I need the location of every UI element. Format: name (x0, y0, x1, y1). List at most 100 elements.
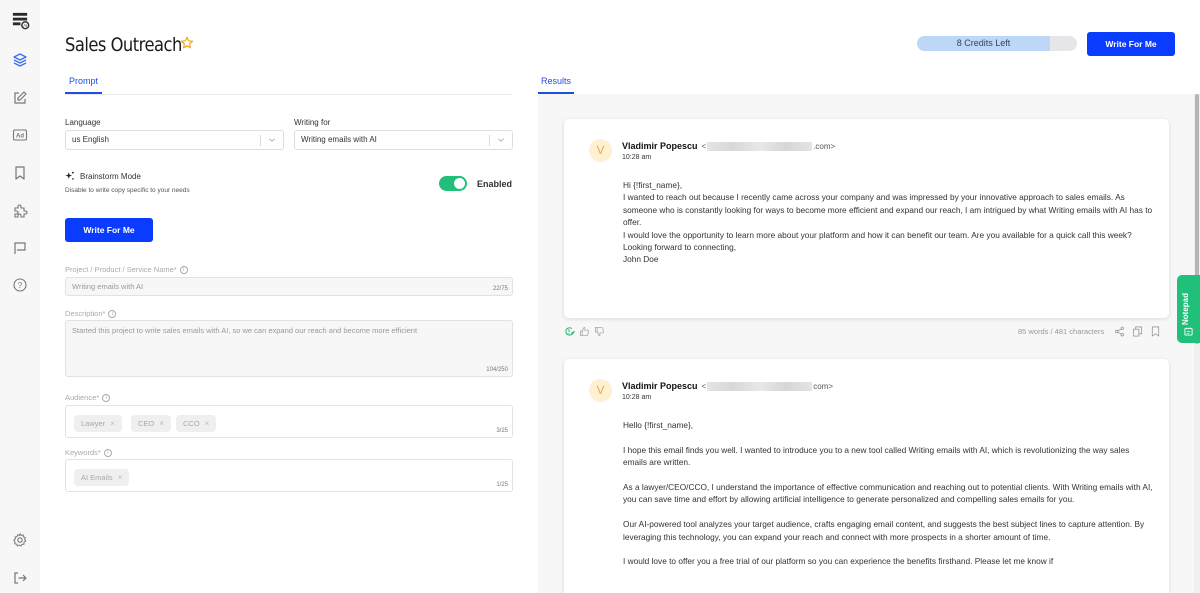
email-paragraph: Looking forward to connecting, (623, 242, 737, 253)
info-icon[interactable]: i (179, 265, 188, 274)
email-prefix: < (701, 381, 707, 391)
language-select[interactable]: us English (65, 130, 284, 150)
write-for-me-header-button[interactable]: Write For Me (1087, 32, 1175, 56)
select-separator (489, 135, 490, 146)
email-paragraph: I wanted to reach out because I recently… (623, 192, 1153, 228)
bookmark-icon[interactable] (11, 164, 29, 182)
audience-label: Audience* i (65, 393, 111, 402)
brainstorm-toggle-state: Enabled (477, 179, 513, 189)
email-suffix: .com> (813, 141, 836, 151)
writing-for-value: Writing emails with AI (301, 135, 377, 144)
email-body: Hi {!first_name}, I wanted to reach out … (623, 179, 1153, 266)
language-value: us English (72, 135, 109, 144)
select-separator (260, 135, 261, 146)
brainstorm-toggle[interactable] (439, 176, 467, 191)
copy-icon[interactable] (1132, 326, 1143, 337)
sender-name: Vladimir Popescu (622, 141, 698, 151)
email-paragraph: I would love to offer you a free trial o… (623, 556, 1054, 567)
email-paragraph: Hello {!first_name}, (623, 420, 694, 430)
plagiarism-check-icon[interactable] (564, 326, 575, 337)
word-count: 85 words / 481 characters (1018, 327, 1105, 336)
email-paragraph: I would love the opportunity to learn mo… (623, 229, 1132, 240)
description-count: 104/250 (486, 367, 508, 373)
result-card: V Vladimir Popescu < com> 10:28 am Hello… (564, 359, 1169, 593)
info-icon[interactable]: i (102, 393, 111, 402)
chip-remove-icon[interactable]: × (118, 469, 123, 486)
svg-text:Ad: Ad (16, 134, 24, 140)
svg-text:AI: AI (23, 22, 27, 27)
bookmark-icon[interactable] (1150, 326, 1161, 337)
email-prefix: < (701, 141, 707, 151)
puzzle-icon[interactable] (11, 202, 29, 220)
audience-chip: CCO × (176, 415, 217, 432)
settings-icon[interactable] (11, 531, 29, 549)
email-suffix: com> (813, 381, 833, 391)
app: AI Ad ? Sales Outreach 8 Credits Left Wr… (0, 0, 1200, 593)
chip-label: AI Emails (81, 473, 113, 482)
chip-remove-icon[interactable]: × (159, 415, 164, 432)
redacted-email (707, 141, 813, 151)
description-label-text: Description* (65, 309, 106, 318)
description-label: Description* i (65, 309, 117, 318)
tab-results[interactable]: Results (538, 76, 574, 94)
notepad-label: Notepad (1181, 293, 1190, 325)
timestamp: 10:28 am (622, 154, 652, 161)
email-paragraph: Our AI-powered tool analyzes your target… (623, 519, 1145, 542)
chip-remove-icon[interactable]: × (205, 415, 210, 432)
share-icon[interactable] (1114, 326, 1125, 337)
email-body: Hello {!first_name}, I hope this email f… (623, 419, 1153, 580)
info-icon[interactable]: i (108, 309, 117, 318)
tab-prompt[interactable]: Prompt (65, 76, 102, 94)
audience-count: 3/25 (496, 428, 508, 434)
keywords-field[interactable]: AI Emails × 1/25 (65, 459, 513, 492)
audience-chip: Lawyer × (74, 415, 122, 432)
project-name-value: Writing emails with AI (72, 282, 144, 291)
svg-text:?: ? (18, 281, 23, 290)
email-paragraph: As a lawyer/CEO/CCO, I understand the im… (623, 482, 1153, 505)
audience-chip: CEO × (131, 415, 171, 432)
thumbs-down-icon[interactable] (594, 326, 605, 337)
flag-icon[interactable] (11, 239, 29, 257)
sender-name: Vladimir Popescu (622, 381, 698, 391)
tab-divider (65, 94, 513, 95)
info-icon[interactable]: i (103, 448, 112, 457)
description-field[interactable]: Started this project to write sales emai… (65, 320, 513, 377)
chip-label: CCO (183, 419, 200, 428)
logout-icon[interactable] (11, 569, 29, 587)
email-paragraph: I hope this email finds you well. I want… (623, 444, 1130, 468)
favorite-star-icon[interactable] (180, 36, 194, 50)
keywords-label-text: Keywords* (65, 448, 101, 457)
result-card: V Vladimir Popescu < .com> 10:28 am Hi {… (564, 119, 1169, 318)
notepad-button[interactable]: Notepad (1177, 275, 1200, 343)
avatar: V (589, 139, 612, 162)
sidebar: AI Ad ? (0, 0, 40, 593)
thumbs-up-icon[interactable] (579, 326, 590, 337)
chevron-down-icon (268, 138, 276, 142)
write-for-me-button[interactable]: Write For Me (65, 218, 153, 242)
project-name-count: 22/75 (492, 286, 508, 292)
help-icon[interactable]: ? (11, 276, 29, 294)
logo-icon[interactable]: AI (10, 10, 30, 30)
audience-field[interactable]: Lawyer × CEO × CCO × 3/25 (65, 405, 513, 438)
chip-label: CEO (138, 419, 155, 428)
email-paragraph: Hi {!first_name}, (623, 180, 683, 190)
chip-remove-icon[interactable]: × (110, 415, 115, 432)
writing-for-select[interactable]: Writing emails with AI (294, 130, 513, 150)
brainstorm-mode-title: Brainstorm Mode (80, 172, 141, 181)
sender-line: Vladimir Popescu < com> (622, 381, 833, 391)
layers-icon[interactable] (11, 51, 29, 69)
credits-meter: 8 Credits Left (917, 36, 1077, 51)
ad-icon[interactable]: Ad (11, 126, 29, 144)
notepad-icon (1184, 327, 1193, 336)
chevron-down-icon (497, 138, 505, 142)
redacted-email (707, 381, 813, 391)
edit-icon[interactable] (11, 89, 29, 107)
feedback-actions (564, 326, 605, 337)
page-title: Sales Outreach (65, 34, 182, 56)
sparkles-icon (65, 171, 74, 180)
timestamp: 10:28 am (622, 394, 652, 401)
result-actions: 85 words / 481 characters (1018, 326, 1161, 337)
language-label: Language (65, 118, 101, 127)
keyword-chip: AI Emails × (74, 469, 130, 486)
project-name-field[interactable]: Writing emails with AI 22/75 (65, 277, 513, 296)
